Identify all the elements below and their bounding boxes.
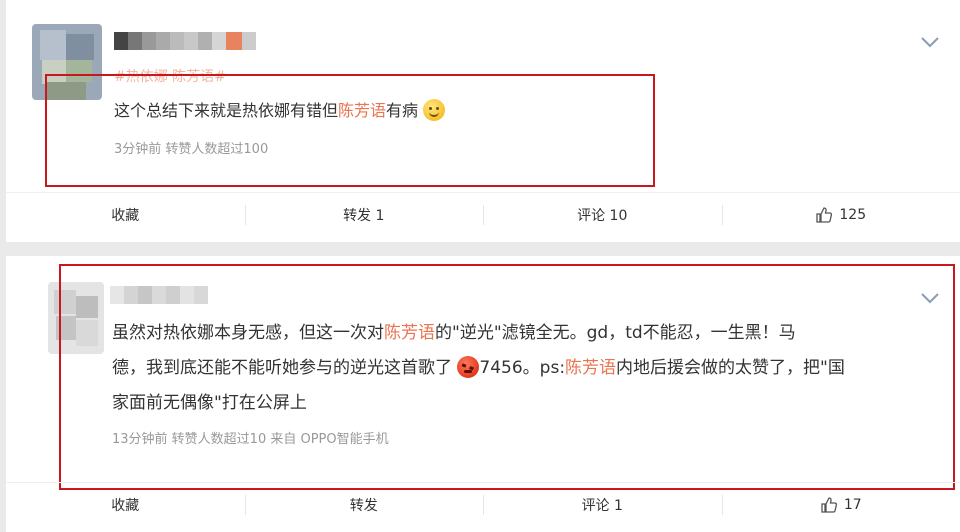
favorite-button[interactable]: 收藏: [6, 483, 245, 526]
action-bar: 收藏 转发 1 评论 10 125: [6, 192, 960, 236]
comment-label: 评论 10: [577, 207, 628, 224]
like-count: 17: [843, 496, 862, 513]
thumbs-up-icon: [821, 496, 837, 513]
repost-button[interactable]: 转发 1: [244, 193, 484, 236]
annotation-box: [45, 74, 655, 187]
like-count: 125: [839, 206, 867, 223]
thumbs-up-icon: [816, 206, 833, 223]
repost-button[interactable]: 转发: [244, 483, 484, 526]
chevron-down-icon[interactable]: [920, 36, 940, 48]
like-button[interactable]: 125: [721, 193, 960, 236]
favorite-label: 收藏: [111, 207, 140, 224]
comment-label: 评论 1: [581, 497, 623, 514]
feed-card-2: 虽然对热依娜本身无感，但这一次对陈芳语的"逆光"滤镜全无。gd，td不能忍，一生…: [6, 256, 960, 532]
repost-label: 转发: [349, 497, 378, 514]
favorite-label: 收藏: [111, 497, 140, 514]
favorite-button[interactable]: 收藏: [6, 193, 245, 236]
comment-button[interactable]: 评论 10: [483, 193, 722, 236]
action-bar: 收藏 转发 评论 1 17: [6, 482, 960, 526]
username-blurred[interactable]: [114, 32, 256, 50]
repost-label: 转发 1: [343, 207, 385, 224]
annotation-box: [59, 264, 955, 490]
like-button[interactable]: 17: [721, 483, 960, 526]
feed-card-1: #热依娜 陈芳语# 这个总结下来就是热依娜有错但陈芳语有病 3分钟前 转赞人数超…: [6, 0, 960, 242]
comment-button[interactable]: 评论 1: [483, 483, 722, 526]
